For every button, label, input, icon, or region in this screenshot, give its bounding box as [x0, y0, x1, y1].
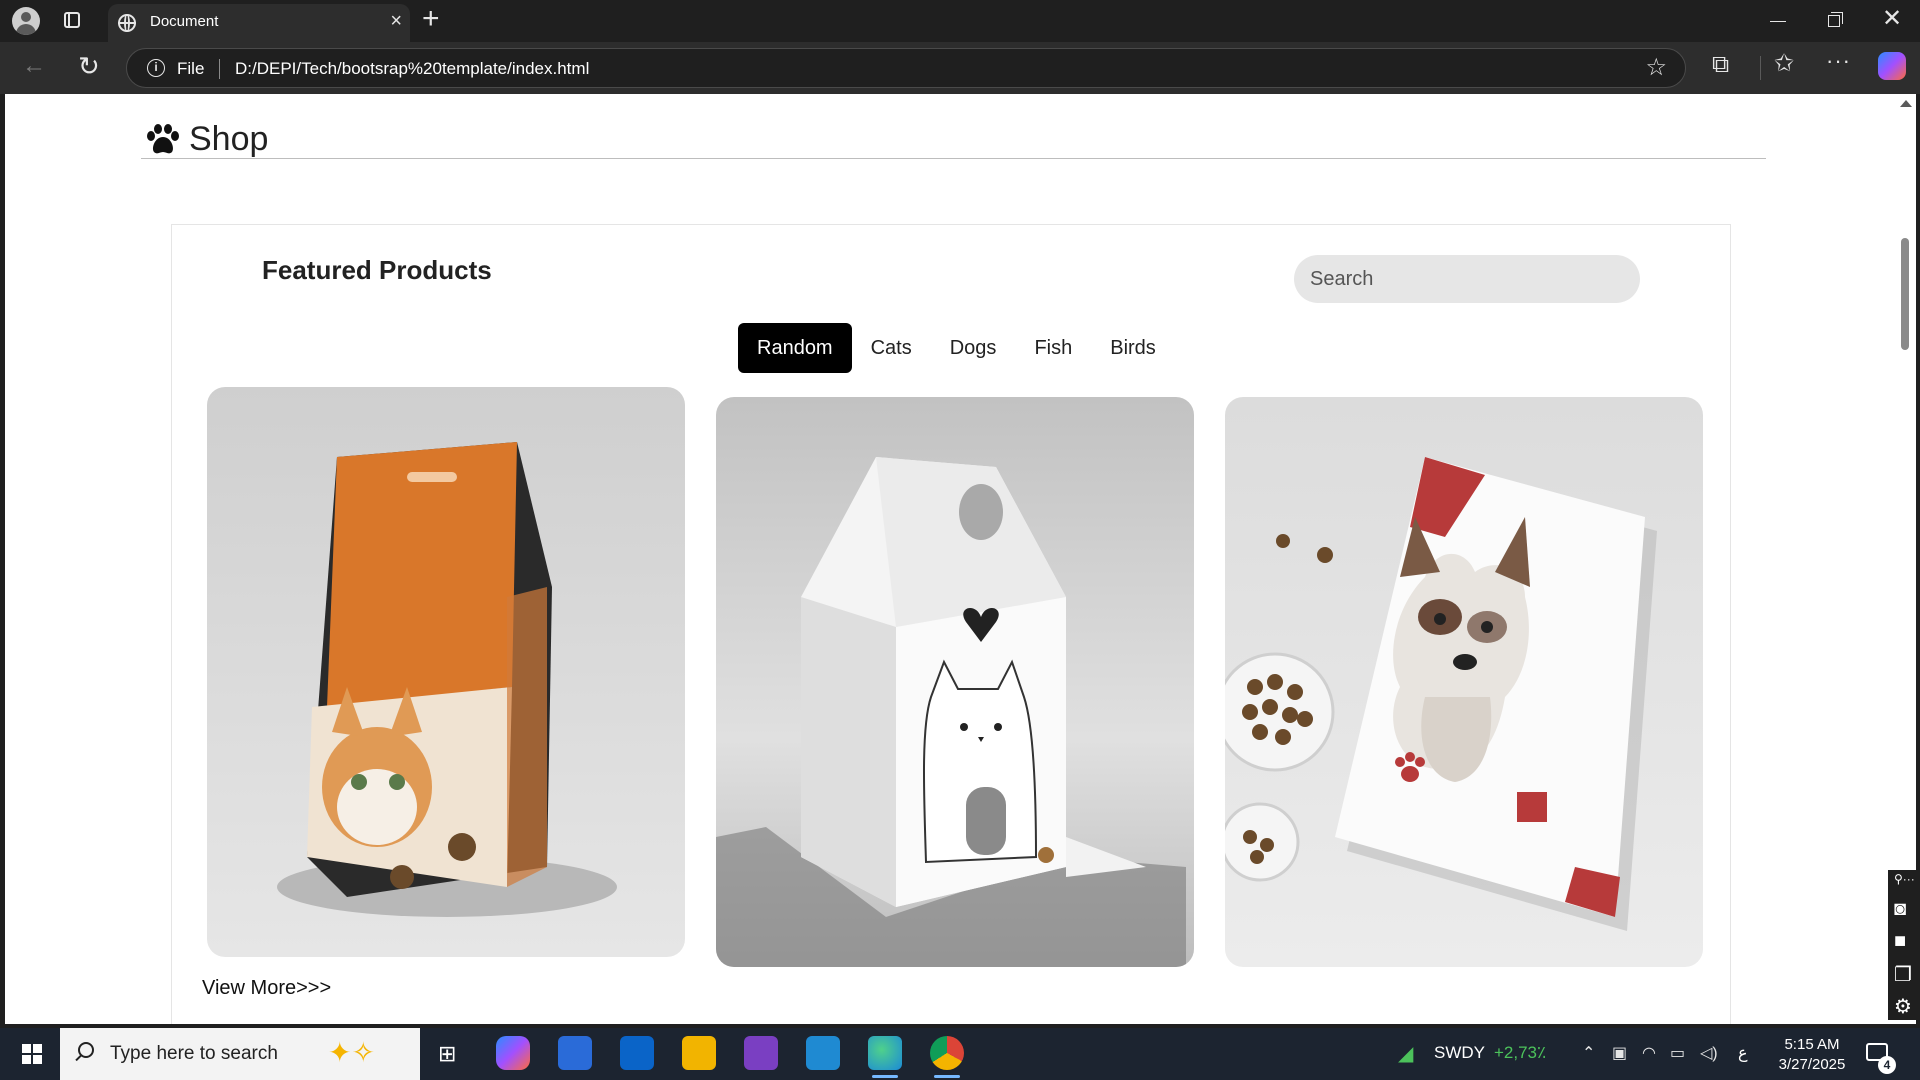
visual-studio-icon[interactable]	[744, 1036, 778, 1070]
restore-button[interactable]	[1828, 12, 1843, 27]
filter-dogs[interactable]: Dogs	[931, 323, 1016, 373]
windows-icon[interactable]	[22, 1044, 42, 1064]
cat-food-box-illustration	[716, 457, 1186, 967]
star-icon[interactable]: ☆	[1645, 53, 1667, 82]
store-app-icon[interactable]	[558, 1036, 592, 1070]
product-image-dog-bag[interactable]	[1225, 397, 1703, 967]
filter-fish[interactable]: Fish	[1015, 323, 1091, 373]
settings-gear-icon[interactable]: ⚙	[1894, 994, 1912, 1019]
edge-app-icon[interactable]	[868, 1036, 902, 1078]
scroll-up-icon[interactable]	[1900, 100, 1912, 107]
search-icon	[78, 1042, 94, 1058]
taskbar-search[interactable]: Type here to search ✦✧	[60, 1028, 420, 1080]
taskbar-search-text: Type here to search	[110, 1043, 278, 1064]
featured-products-card: Featured Products Random Cats Dogs Fish …	[171, 224, 1731, 1024]
info-icon[interactable]: i	[147, 59, 165, 77]
clock-time: 5:15 AM	[1784, 1036, 1840, 1053]
favorites-icon[interactable]: ✩	[1774, 49, 1794, 78]
browser-title-bar: Document × + ✕	[0, 0, 1920, 42]
volume-icon[interactable]: ◁)	[1700, 1043, 1718, 1063]
video-icon[interactable]: ■	[1894, 930, 1906, 953]
shop-header: Shop	[141, 116, 1766, 159]
browser-toolbar: ← ↻ i File D:/DEPI/Tech/bootsrap%20templ…	[0, 42, 1920, 94]
stock-change: +2,73٪	[1494, 1043, 1547, 1062]
new-tab-button[interactable]: +	[422, 4, 440, 34]
minimize-button[interactable]	[1770, 21, 1786, 22]
taskbar: Type here to search ✦✧ ⊞ ◢ SWDY +2,73٪ ⌃…	[0, 1028, 1920, 1080]
filter-birds[interactable]: Birds	[1091, 323, 1175, 373]
section-title: Featured Products	[262, 255, 492, 285]
product-image-cat-box[interactable]	[716, 397, 1194, 967]
profile-avatar-icon[interactable]	[12, 7, 40, 35]
more-icon[interactable]: ···	[1826, 48, 1851, 74]
url-text[interactable]: D:/DEPI/Tech/bootsrap%20template/index.h…	[235, 59, 589, 79]
extensions-icon[interactable]: ⧉	[1712, 51, 1729, 79]
language-indicator[interactable]: ع	[1738, 1043, 1748, 1063]
back-arrow-icon[interactable]: ←	[22, 52, 46, 80]
address-scheme-label: File	[177, 59, 205, 78]
toolbar-separator	[1760, 56, 1761, 80]
wifi-icon[interactable]: ◠	[1642, 1043, 1656, 1063]
product-image-cat-bag[interactable]	[207, 387, 685, 957]
battery-icon[interactable]: ▭	[1670, 1043, 1685, 1063]
filter-tabs: Random Cats Dogs Fish Birds	[738, 323, 1175, 373]
browser-tab[interactable]: Document ×	[108, 4, 410, 42]
vscode-icon[interactable]	[806, 1036, 840, 1070]
scroll-thumb[interactable]	[1901, 238, 1909, 350]
filter-random[interactable]: Random	[738, 323, 852, 373]
refresh-icon[interactable]: ↻	[78, 51, 100, 82]
close-tab-button[interactable]: ×	[390, 11, 402, 31]
chevron-up-icon[interactable]: ⌃	[1582, 1043, 1595, 1063]
dog-food-bag-illustration	[1225, 457, 1657, 931]
page-title: Shop	[189, 120, 269, 158]
cat-food-bag-illustration	[277, 442, 617, 917]
notification-badge: 4	[1878, 1056, 1896, 1074]
file-explorer-icon[interactable]	[682, 1036, 716, 1070]
stock-trend-icon: ◢	[1398, 1043, 1414, 1065]
paw-icon	[147, 124, 179, 154]
address-separator	[219, 59, 220, 79]
task-view-icon[interactable]: ⊞	[438, 1041, 456, 1067]
page-viewport: Shop Featured Products Random Cats Dogs …	[5, 94, 1896, 1024]
tab-actions-icon[interactable]	[64, 12, 80, 28]
copilot-icon[interactable]	[1878, 52, 1906, 80]
chrome-app-icon[interactable]	[930, 1036, 964, 1078]
address-bar[interactable]: i File D:/DEPI/Tech/bootsrap%20template/…	[126, 48, 1686, 88]
camera-icon[interactable]: ◙	[1894, 898, 1906, 921]
clock-date: 3/27/2025	[1778, 1056, 1846, 1073]
filter-cats[interactable]: Cats	[852, 323, 931, 373]
clock[interactable]: 5:15 AM 3/27/2025	[1770, 1035, 1854, 1075]
pin-icon[interactable]: ⚲···	[1894, 872, 1915, 886]
tab-title: Document	[150, 13, 219, 30]
side-tool-strip: ⚲··· ◙ ■ ❐ ⚙	[1888, 870, 1920, 1020]
view-more-link[interactable]: View More>>>	[202, 977, 331, 1000]
close-window-button[interactable]: ✕	[1882, 4, 1902, 33]
stock-ticker[interactable]: SWDY	[1434, 1043, 1485, 1063]
search-input[interactable]	[1294, 255, 1640, 303]
copilot-app-icon[interactable]	[496, 1036, 530, 1070]
meet-icon[interactable]: ▣	[1612, 1043, 1627, 1063]
window-icon[interactable]: ❐	[1894, 962, 1912, 987]
globe-icon	[118, 14, 136, 32]
sparkle-icon: ✦✧	[328, 1037, 375, 1068]
outlook-app-icon[interactable]	[620, 1036, 654, 1070]
